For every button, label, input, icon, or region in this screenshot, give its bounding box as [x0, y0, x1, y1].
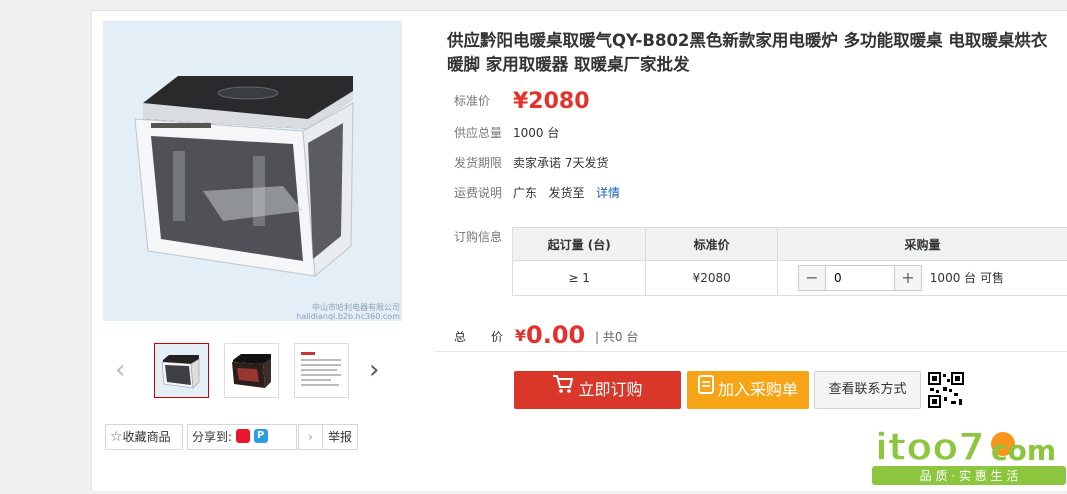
shipping-to[interactable]: 发货至	[548, 186, 584, 200]
quantity-input[interactable]	[825, 266, 895, 290]
cart-icon	[552, 370, 574, 408]
delivery-label: 发货期限	[454, 154, 513, 171]
share-more-chevron-icon[interactable]: ›	[298, 424, 323, 450]
unit-price-value: ¥2080	[646, 261, 778, 296]
qty-cell: −+ 1000 台 可售	[777, 261, 1067, 296]
minus-button[interactable]: −	[799, 266, 825, 290]
shipping-detail-link[interactable]: 详情	[596, 186, 620, 200]
min-order-header: 起订量 (台)	[513, 228, 646, 261]
favorite-button[interactable]: ☆收藏商品	[105, 424, 183, 450]
order-table: 起订量 (台) 标准价 采购量 ≥ 1 ¥2080 −+ 1000 台 可售	[512, 227, 1067, 296]
logo-graphic: itoo7 com 品 质 · 实 惠 生 活	[871, 418, 1067, 490]
prev-arrow-icon[interactable]: ‹	[115, 355, 125, 385]
standard-price: ¥2080	[513, 89, 590, 114]
report-button[interactable]: 举报	[322, 424, 358, 450]
thumbnail-dark-heater-icon	[225, 344, 278, 397]
logo-brand: itoo7	[875, 425, 985, 469]
order-table-header: 起订量 (台) 标准价 采购量	[513, 228, 1067, 261]
total-row: 总 价 ¥0.00 | 共0 台	[454, 321, 638, 349]
shipping-label: 运费说明	[454, 184, 513, 201]
thumbnail-heater-icon	[155, 344, 208, 397]
add-to-purchase-list-button[interactable]: 加入采购单	[687, 371, 809, 409]
supply-row: 供应总量1000 台	[454, 124, 559, 141]
share-button[interactable]: 分享到: P	[187, 424, 297, 450]
order-table-row: ≥ 1 ¥2080 −+ 1000 台 可售	[513, 261, 1067, 296]
plus-button[interactable]: +	[895, 266, 921, 290]
delivery-value: 卖家承诺 7天发货	[513, 156, 608, 170]
min-order-value: ≥ 1	[513, 261, 646, 296]
buy-now-button[interactable]: 立即订购	[514, 371, 681, 409]
thumbnail-strip: ‹	[103, 341, 402, 401]
thumbnail-spec-sheet-icon	[295, 344, 348, 397]
clipboard-icon	[698, 370, 714, 408]
shipping-from: 广东	[513, 186, 537, 200]
total-count: | 共0 台	[595, 330, 638, 344]
share-p-icon[interactable]: P	[254, 429, 268, 443]
watermark-company: 中山市哈利电器有限公司	[296, 303, 400, 312]
next-arrow-icon[interactable]: ›	[369, 355, 379, 385]
logo-slogan: 品 质 · 实 惠 生 活	[920, 468, 1019, 483]
total-label-2: 价	[491, 330, 503, 344]
total-label-1: 总	[454, 330, 466, 344]
total-currency: ¥	[515, 326, 526, 345]
quantity-stepper: −+	[798, 265, 922, 291]
product-title: 供应黔阳电暖桌取暖气QY-B802黑色新款家用电暖炉 多功能取暖桌 电取暖桌烘衣…	[447, 29, 1057, 77]
qr-code-icon[interactable]	[927, 371, 965, 409]
available-stock: 1000 台 可售	[930, 271, 1004, 285]
add-to-purchase-list-label: 加入采购单	[718, 380, 798, 399]
share-label: 分享到:	[192, 430, 232, 444]
supply-value: 1000 台	[513, 126, 559, 140]
watermark-url: halidianqi.b2b.hc360.com	[296, 312, 400, 321]
delivery-row: 发货期限卖家承诺 7天发货	[454, 154, 608, 171]
thumbnail-2[interactable]	[224, 343, 279, 398]
unit-price-header: 标准价	[646, 228, 778, 261]
thumbnail-1[interactable]	[154, 343, 209, 398]
price-row: 标准价¥2080	[454, 89, 590, 114]
logo-suffix: com	[991, 434, 1056, 467]
favorite-label: 收藏商品	[123, 430, 171, 444]
view-contact-button[interactable]: 查看联系方式	[814, 371, 921, 409]
buy-now-label: 立即订购	[578, 380, 642, 399]
image-watermark: 中山市哈利电器有限公司 halidianqi.b2b.hc360.com	[296, 303, 400, 321]
divider	[434, 351, 1067, 352]
shipping-row: 运费说明广东 发货至 详情	[454, 184, 620, 201]
order-info-label: 订购信息	[454, 228, 502, 245]
purchase-qty-header: 采购量	[777, 228, 1067, 261]
report-label: 举报	[328, 430, 352, 444]
weibo-icon[interactable]	[236, 429, 250, 443]
view-contact-label: 查看联系方式	[828, 382, 906, 397]
price-label: 标准价	[454, 92, 513, 109]
star-icon: ☆	[110, 429, 123, 445]
itoo7-logo: itoo7 com 品 质 · 实 惠 生 活	[871, 418, 1067, 490]
supply-label: 供应总量	[454, 124, 513, 141]
thumbnail-3[interactable]	[294, 343, 349, 398]
total-amount: 0.00	[526, 321, 585, 349]
main-product-image[interactable]: 中山市哈利电器有限公司 halidianqi.b2b.hc360.com	[103, 21, 402, 321]
heater-table-illustration	[103, 21, 402, 321]
